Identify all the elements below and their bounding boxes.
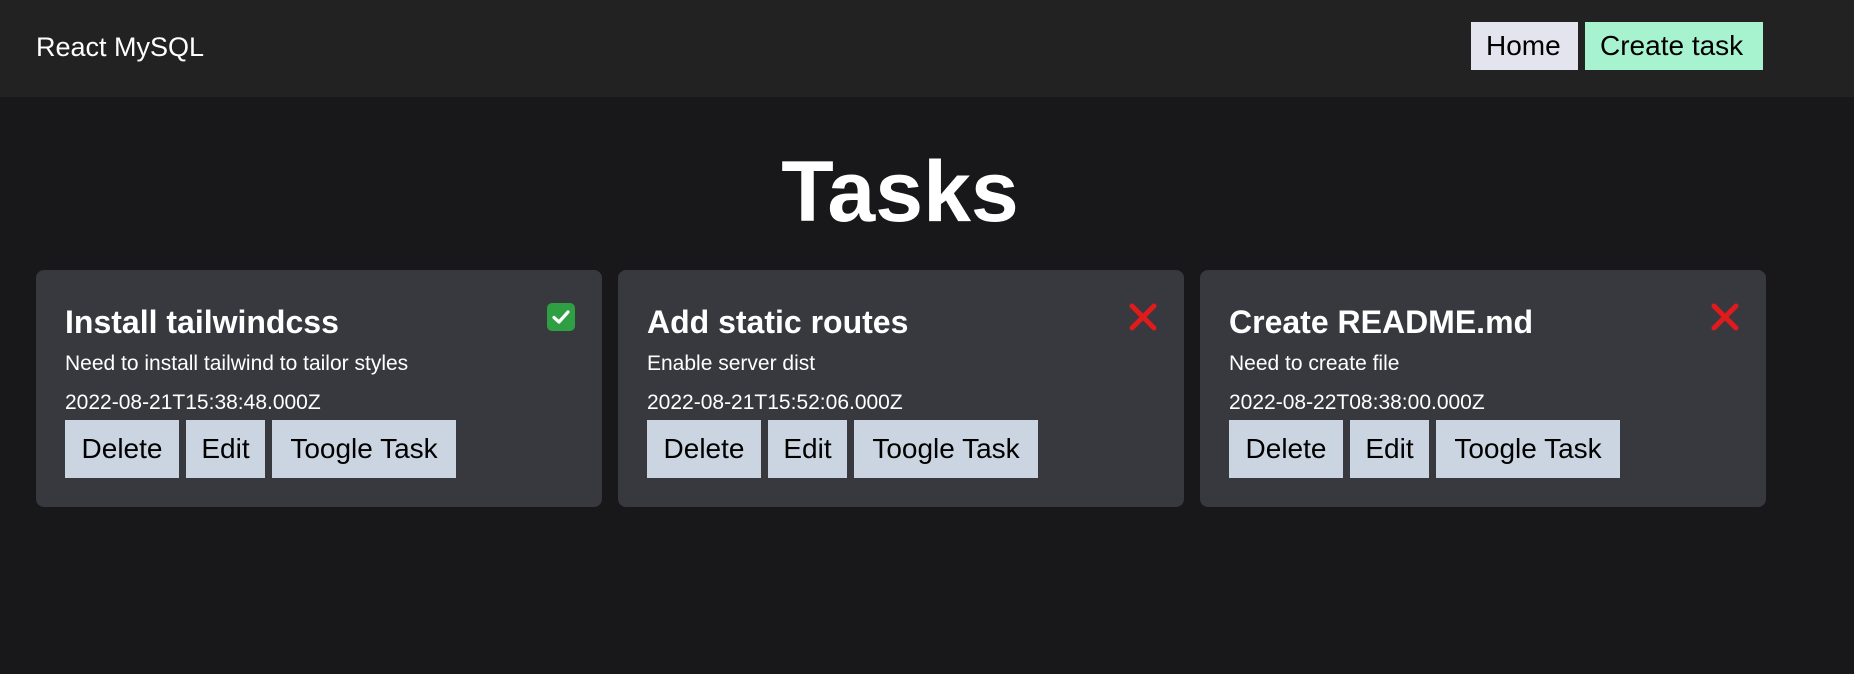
toggle-task-button[interactable]: Toogle Task — [272, 420, 456, 478]
task-card: Add static routes Enable server dist 202… — [618, 270, 1184, 507]
brand-title[interactable]: React MySQL — [36, 30, 204, 64]
edit-button[interactable]: Edit — [186, 420, 265, 478]
page-title: Tasks — [781, 144, 1019, 240]
cross-mark-icon — [1128, 302, 1158, 332]
nav-links: Home Create task — [1471, 22, 1763, 70]
task-actions: Delete Edit Toogle Task — [65, 420, 456, 478]
toggle-task-button[interactable]: Toogle Task — [854, 420, 1038, 478]
task-description: Need to install tailwind to tailor style… — [65, 352, 409, 375]
cross-mark-icon — [1710, 302, 1740, 332]
check-mark-icon — [546, 302, 576, 332]
task-created-date: 2022-08-22T08:38:00.000Z — [1229, 391, 1485, 414]
task-title: Create README.md — [1229, 304, 1534, 340]
task-actions: Delete Edit Toogle Task — [647, 420, 1038, 478]
navbar: React MySQL Home Create task — [0, 0, 1854, 97]
create-task-link[interactable]: Create task — [1585, 22, 1763, 70]
task-card: Install tailwindcss Need to install tail… — [36, 270, 602, 507]
delete-button[interactable]: Delete — [1229, 420, 1343, 478]
edit-button[interactable]: Edit — [1350, 420, 1429, 478]
delete-button[interactable]: Delete — [65, 420, 179, 478]
task-description: Enable server dist — [647, 352, 816, 375]
toggle-task-button[interactable]: Toogle Task — [1436, 420, 1620, 478]
task-created-date: 2022-08-21T15:38:48.000Z — [65, 391, 321, 414]
task-title: Install tailwindcss — [65, 304, 339, 340]
delete-button[interactable]: Delete — [647, 420, 761, 478]
task-created-date: 2022-08-21T15:52:06.000Z — [647, 391, 903, 414]
task-list: Install tailwindcss Need to install tail… — [36, 270, 1766, 507]
task-title: Add static routes — [647, 304, 909, 340]
home-link[interactable]: Home — [1471, 22, 1578, 70]
task-description: Need to create file — [1229, 352, 1400, 375]
task-actions: Delete Edit Toogle Task — [1229, 420, 1620, 478]
task-card: Create README.md Need to create file 202… — [1200, 270, 1766, 507]
edit-button[interactable]: Edit — [768, 420, 847, 478]
